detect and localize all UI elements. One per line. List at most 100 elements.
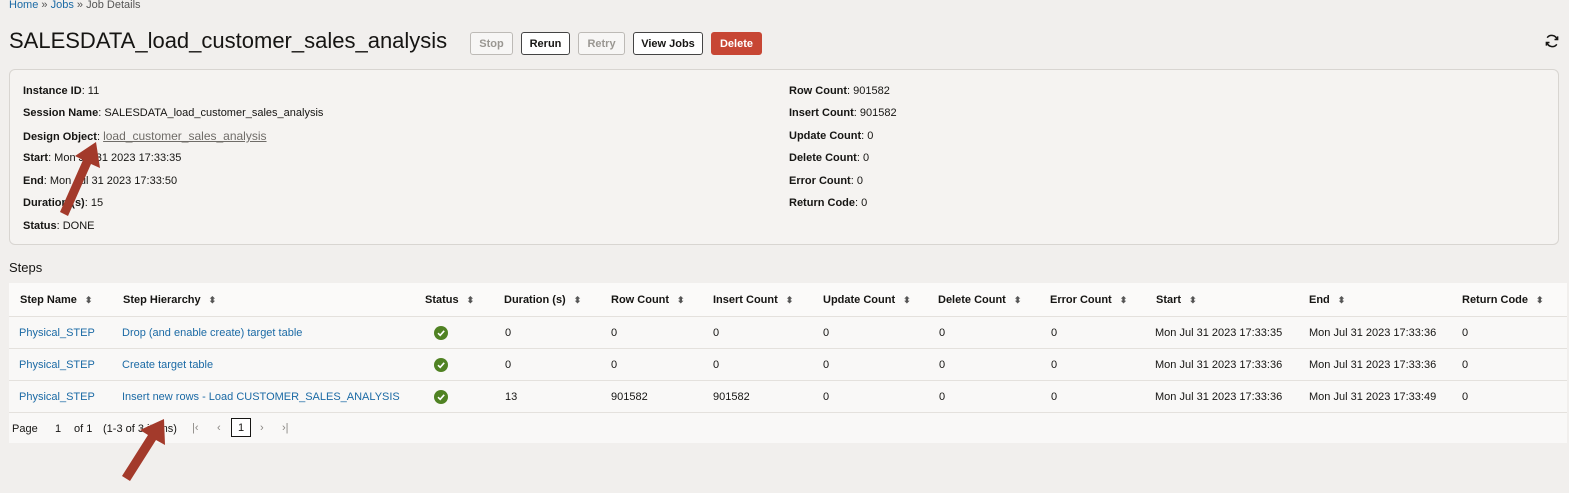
session-name-field: Session Name: SALESDATA_load_customer_sa… <box>23 107 324 119</box>
instance-id-field: Instance ID: 11 <box>23 85 100 97</box>
table-row[interactable]: Physical_STEP Insert new rows - Load CUS… <box>9 381 1567 413</box>
error-count-field: Error Count: 0 <box>789 175 863 187</box>
breadcrumb-separator: » <box>41 0 48 11</box>
error-count-cell: 0 <box>1051 327 1058 339</box>
delete-count-field: Delete Count: 0 <box>789 152 870 164</box>
column-header-end[interactable]: End ⬍ <box>1309 294 1345 306</box>
end-cell: Mon Jul 31 2023 17:33:36 <box>1309 327 1437 339</box>
insert-count-cell: 901582 <box>713 391 750 403</box>
sort-icon[interactable]: ⬍ <box>1536 296 1544 305</box>
view-jobs-button[interactable]: View Jobs <box>633 32 703 55</box>
row-count-cell: 0 <box>611 359 618 371</box>
column-header-error-count[interactable]: Error Count ⬍ <box>1050 294 1127 306</box>
steps-table: Step Name ⬍ Step Hierarchy ⬍ Status ⬍ Durat… <box>9 283 1567 443</box>
step-hierarchy-link[interactable]: Insert new rows - Load CUSTOMER_SALES_AN… <box>122 391 400 403</box>
previous-page-icon[interactable]: ‹ <box>217 422 221 434</box>
check-circle-icon <box>434 358 448 372</box>
column-header-status[interactable]: Status ⬍ <box>425 294 474 306</box>
column-header-insert-count[interactable]: Insert Count ⬍ <box>713 294 793 306</box>
sort-icon[interactable]: ⬍ <box>677 296 685 305</box>
check-circle-icon <box>434 390 448 404</box>
rerun-button[interactable]: Rerun <box>521 32 570 55</box>
column-header-row-count[interactable]: Row Count ⬍ <box>611 294 685 306</box>
step-hierarchy-link[interactable]: Create target table <box>122 359 213 371</box>
update-count-cell: 0 <box>823 327 830 339</box>
annotation-arrow-icon <box>60 142 100 216</box>
step-name-link[interactable]: Physical_STEP <box>19 391 95 403</box>
sort-icon[interactable]: ⬍ <box>85 296 93 305</box>
pagination: Page 1 of 1 (1-3 of 3 items) |‹ ‹ 1 › ›| <box>9 413 1567 443</box>
check-circle-icon <box>434 326 448 340</box>
delete-count-cell: 0 <box>939 359 946 371</box>
refresh-icon[interactable] <box>1544 33 1560 49</box>
duration-cell: 0 <box>505 327 512 339</box>
sort-icon[interactable]: ⬍ <box>786 296 794 305</box>
end-cell: Mon Jul 31 2023 17:33:49 <box>1309 391 1437 403</box>
sort-icon[interactable]: ⬍ <box>1338 296 1346 305</box>
step-name-link[interactable]: Physical_STEP <box>19 359 95 371</box>
return-code-field: Return Code: 0 <box>789 197 868 209</box>
page-number-button[interactable]: 1 <box>231 418 251 437</box>
sort-icon[interactable]: ⬍ <box>1014 296 1022 305</box>
delete-count-cell: 0 <box>939 391 946 403</box>
start-cell: Mon Jul 31 2023 17:33:35 <box>1155 327 1283 339</box>
update-count-field: Update Count: 0 <box>789 130 874 142</box>
sort-icon[interactable]: ⬍ <box>1120 296 1128 305</box>
table-row[interactable]: Physical_STEP Create target table 0 0 0 … <box>9 349 1567 381</box>
delete-count-cell: 0 <box>939 327 946 339</box>
sort-icon[interactable]: ⬍ <box>467 296 475 305</box>
next-page-icon[interactable]: › <box>260 422 264 434</box>
last-page-icon[interactable]: ›| <box>282 422 289 434</box>
retry-button[interactable]: Retry <box>578 32 625 55</box>
steps-heading: Steps <box>9 260 43 275</box>
insert-count-cell: 0 <box>713 359 720 371</box>
first-page-icon[interactable]: |‹ <box>192 422 199 434</box>
page-title: SALESDATA_load_customer_sales_analysis <box>9 28 448 53</box>
row-count-field: Row Count: 901582 <box>789 85 890 97</box>
return-code-cell: 0 <box>1462 391 1469 403</box>
duration-cell: 0 <box>505 359 512 371</box>
table-header: Step Name ⬍ Step Hierarchy ⬍ Status ⬍ Durat… <box>9 283 1567 317</box>
page-label: Page <box>12 423 38 435</box>
column-header-delete-count[interactable]: Delete Count ⬍ <box>938 294 1021 306</box>
job-details-panel <box>9 69 1559 245</box>
error-count-cell: 0 <box>1051 391 1058 403</box>
update-count-cell: 0 <box>823 391 830 403</box>
stop-button[interactable]: Stop <box>470 32 513 55</box>
insert-count-cell: 0 <box>713 327 720 339</box>
step-name-link[interactable]: Physical_STEP <box>19 327 95 339</box>
breadcrumb: Home » Jobs » Job Details <box>9 0 141 11</box>
row-count-cell: 0 <box>611 327 618 339</box>
step-hierarchy-link[interactable]: Drop (and enable create) target table <box>122 327 302 339</box>
end-cell: Mon Jul 31 2023 17:33:36 <box>1309 359 1437 371</box>
breadcrumb-home-link[interactable]: Home <box>9 0 38 11</box>
annotation-arrow-icon <box>122 419 165 481</box>
sort-icon[interactable]: ⬍ <box>574 296 582 305</box>
design-object-link[interactable]: load_customer_sales_analysis <box>103 129 266 143</box>
column-header-return-code[interactable]: Return Code ⬍ <box>1462 294 1544 306</box>
column-header-start[interactable]: Start ⬍ <box>1156 294 1197 306</box>
status-field: Status: DONE <box>23 220 95 232</box>
column-header-update-count[interactable]: Update Count ⬍ <box>823 294 911 306</box>
start-cell: Mon Jul 31 2023 17:33:36 <box>1155 359 1283 371</box>
column-header-duration[interactable]: Duration (s) ⬍ <box>504 294 581 306</box>
row-count-cell: 901582 <box>611 391 648 403</box>
update-count-cell: 0 <box>823 359 830 371</box>
table-row[interactable]: Physical_STEP Drop (and enable create) t… <box>9 317 1567 349</box>
start-cell: Mon Jul 31 2023 17:33:36 <box>1155 391 1283 403</box>
page-input[interactable]: 1 <box>55 423 61 435</box>
sort-icon[interactable]: ⬍ <box>1189 296 1197 305</box>
breadcrumb-separator: » <box>76 0 84 11</box>
delete-button[interactable]: Delete <box>711 32 762 55</box>
duration-cell: 13 <box>505 391 518 403</box>
return-code-cell: 0 <box>1462 359 1469 371</box>
sort-icon[interactable]: ⬍ <box>903 296 911 305</box>
sort-icon[interactable]: ⬍ <box>209 296 217 305</box>
return-code-cell: 0 <box>1462 327 1469 339</box>
breadcrumb-jobs-link[interactable]: Jobs <box>51 0 74 11</box>
breadcrumb-current: Job Details <box>86 0 141 11</box>
column-header-step-name[interactable]: Step Name ⬍ <box>20 294 92 306</box>
insert-count-field: Insert Count: 901582 <box>789 107 897 119</box>
page-total: of 1 <box>74 423 93 435</box>
column-header-step-hierarchy[interactable]: Step Hierarchy ⬍ <box>123 294 216 306</box>
